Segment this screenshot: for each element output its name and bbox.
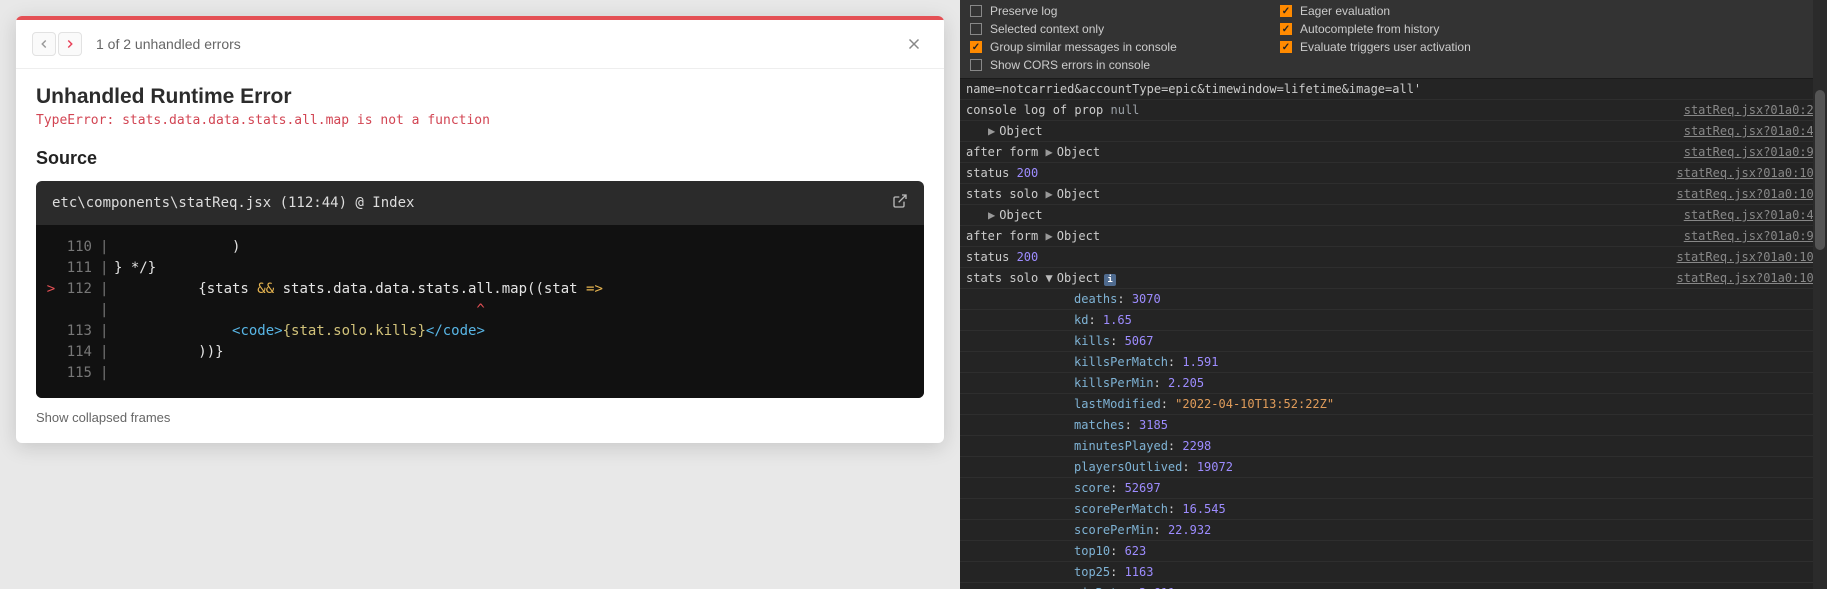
scrollbar[interactable]	[1813, 0, 1827, 589]
console-property: winRate: 3.611	[960, 583, 1827, 589]
console-option-eager-eval[interactable]: Eager evaluation	[1280, 4, 1817, 18]
console-property: kd: 1.65	[960, 310, 1827, 331]
console-row: stats solo ▶ObjectstatReq.jsx?01a0:101	[960, 184, 1827, 205]
console-property: killsPerMatch: 1.591	[960, 352, 1827, 373]
console-output: name=notcarried&accountType=epic&timewin…	[960, 79, 1827, 589]
console-settings: Preserve log Eager evaluation Selected con…	[960, 0, 1827, 79]
console-option-autocomplete-hist[interactable]: Autocomplete from history	[1280, 22, 1817, 36]
console-option-eval-triggers[interactable]: Evaluate triggers user activation	[1280, 40, 1817, 54]
console-property: scorePerMin: 22.932	[960, 520, 1827, 541]
console-option-group-similar[interactable]: Group similar messages in console	[970, 40, 1280, 54]
checkbox-icon	[1280, 23, 1292, 35]
external-link-icon	[892, 193, 908, 209]
console-option-label: Autocomplete from history	[1300, 22, 1439, 36]
console-property: top25: 1163	[960, 562, 1827, 583]
close-button[interactable]	[900, 30, 928, 58]
console-option-cors[interactable]: Show CORS errors in console	[970, 58, 1280, 72]
console-property: playersOutlived: 19072	[960, 457, 1827, 478]
code-block: 110| ) 111| } */}>112| {stats && stats.d…	[36, 225, 924, 398]
error-title: Unhandled Runtime Error	[36, 85, 924, 109]
source-link[interactable]: statReq.jsx?01a0:99	[1664, 227, 1821, 245]
code-line: >112| {stats && stats.data.data.stats.al…	[44, 279, 916, 300]
console-row: after form ▶ObjectstatReq.jsx?01a0:99	[960, 142, 1827, 163]
checkbox-icon	[970, 23, 982, 35]
triangle-right-icon[interactable]: ▶	[1045, 229, 1052, 243]
console-property: killsPerMin: 2.205	[960, 373, 1827, 394]
code-line: 111| } */}	[44, 258, 916, 279]
source-link[interactable]: statReq.jsx?01a0:100	[1657, 164, 1822, 182]
console-property: top10: 623	[960, 541, 1827, 562]
console-property: lastModified: "2022-04-10T13:52:22Z"	[960, 394, 1827, 415]
arrow-right-icon	[63, 37, 77, 51]
source-link[interactable]: statReq.jsx?01a0:42	[1664, 122, 1821, 140]
code-line: 113| <code>{stat.solo.kills}</code>	[44, 321, 916, 342]
checkbox-icon	[1280, 41, 1292, 53]
console-property: matches: 3185	[960, 415, 1827, 436]
next-error-button[interactable]	[58, 32, 82, 56]
triangle-right-icon[interactable]: ▶	[988, 124, 995, 138]
console-option-label: Preserve log	[990, 4, 1057, 18]
close-icon	[905, 35, 923, 53]
open-in-editor-button[interactable]	[892, 193, 908, 213]
source-link[interactable]: statReq.jsx?01a0:101	[1657, 269, 1822, 287]
show-collapsed-frames[interactable]: Show collapsed frames	[36, 410, 924, 425]
console-row: after form ▶ObjectstatReq.jsx?01a0:99	[960, 226, 1827, 247]
source-path: etc\components\statReq.jsx (112:44) @ In…	[52, 195, 414, 211]
triangle-right-icon[interactable]: ▶	[1045, 187, 1052, 201]
checkbox-icon	[970, 5, 982, 17]
console-row: ▶ObjectstatReq.jsx?01a0:42	[960, 205, 1827, 226]
source-heading: Source	[36, 148, 924, 169]
console-option-selected-ctx[interactable]: Selected context only	[970, 22, 1280, 36]
console-property: score: 52697	[960, 478, 1827, 499]
console-option-label: Show CORS errors in console	[990, 58, 1150, 72]
console-row: name=notcarried&accountType=epic&timewin…	[960, 79, 1827, 100]
console-row: stats solo ▼ObjectistatReq.jsx?01a0:101	[960, 268, 1827, 289]
triangle-right-icon[interactable]: ▶	[1045, 145, 1052, 159]
console-property: deaths: 3070	[960, 289, 1827, 310]
console-option-label: Group similar messages in console	[990, 40, 1177, 54]
prev-error-button[interactable]	[32, 32, 56, 56]
console-property: scorePerMatch: 16.545	[960, 499, 1827, 520]
console-property: kills: 5067	[960, 331, 1827, 352]
console-row: console log of prop nullstatReq.jsx?01a0…	[960, 100, 1827, 121]
code-line: 115|	[44, 363, 916, 384]
source-link[interactable]: statReq.jsx?01a0:101	[1657, 185, 1822, 203]
console-option-preserve-log[interactable]: Preserve log	[970, 4, 1280, 18]
console-row: status 200statReq.jsx?01a0:100	[960, 163, 1827, 184]
checkbox-icon	[970, 59, 982, 71]
source-link[interactable]: statReq.jsx?01a0:100	[1657, 248, 1822, 266]
console-option-label: Eager evaluation	[1300, 4, 1390, 18]
code-line: 110| )	[44, 237, 916, 258]
triangle-down-icon[interactable]: ▼	[1045, 271, 1052, 285]
devtools-panel: Preserve log Eager evaluation Selected con…	[960, 0, 1827, 589]
triangle-right-icon[interactable]: ▶	[988, 208, 995, 222]
code-line: 114| ))}	[44, 342, 916, 363]
console-row: status 200statReq.jsx?01a0:100	[960, 247, 1827, 268]
arrow-left-icon	[37, 37, 51, 51]
console-row: ▶ObjectstatReq.jsx?01a0:42	[960, 121, 1827, 142]
error-count-label: 1 of 2 unhandled errors	[96, 36, 241, 52]
console-property: minutesPlayed: 2298	[960, 436, 1827, 457]
code-line: | ^	[44, 300, 916, 321]
checkbox-icon	[970, 41, 982, 53]
info-badge-icon: i	[1104, 274, 1116, 286]
source-link[interactable]: statReq.jsx?01a0:42	[1664, 206, 1821, 224]
console-option-label: Evaluate triggers user activation	[1300, 40, 1471, 54]
error-header: 1 of 2 unhandled errors	[16, 20, 944, 69]
error-message: TypeError: stats.data.data.stats.all.map…	[36, 113, 924, 128]
scrollbar-thumb[interactable]	[1815, 90, 1825, 250]
console-option-label: Selected context only	[990, 22, 1104, 36]
checkbox-icon	[1280, 5, 1292, 17]
source-link[interactable]: statReq.jsx?01a0:26	[1664, 101, 1821, 119]
source-link[interactable]: statReq.jsx?01a0:99	[1664, 143, 1821, 161]
source-block: etc\components\statReq.jsx (112:44) @ In…	[36, 181, 924, 398]
error-modal: 1 of 2 unhandled errors Unhandled Runtim…	[16, 16, 944, 443]
